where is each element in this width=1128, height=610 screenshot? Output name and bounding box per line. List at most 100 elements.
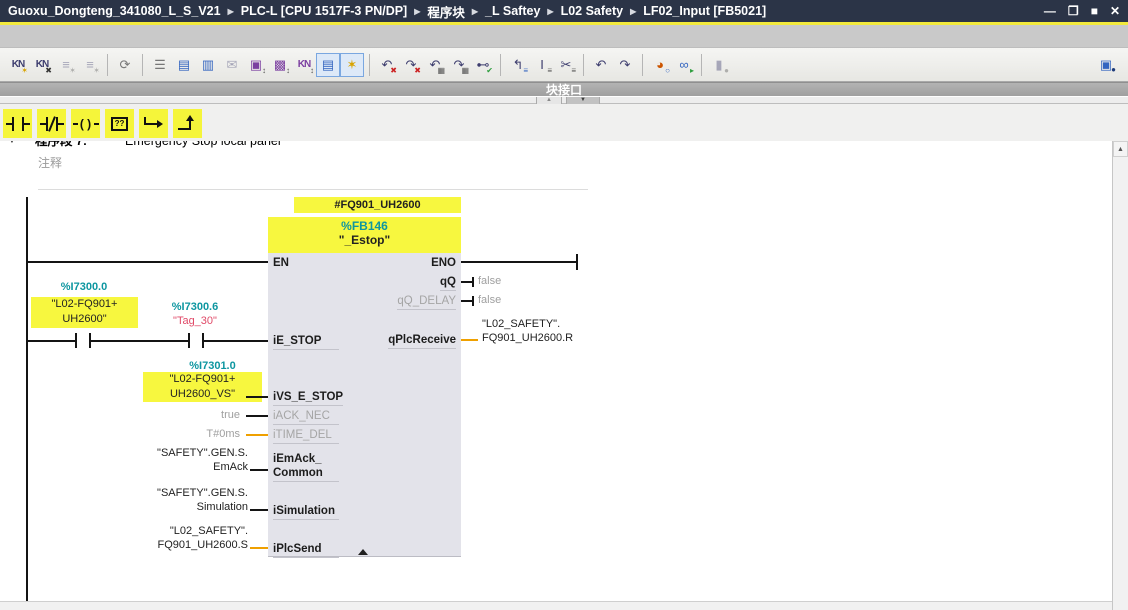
- toolbar-separator: [369, 54, 370, 76]
- nc-contact-icon: [40, 117, 64, 131]
- protection-button[interactable]: ▮●: [707, 53, 731, 77]
- pin-eno[interactable]: ENO: [431, 257, 456, 271]
- monitor-glasses-button[interactable]: ∞▸: [672, 53, 696, 77]
- ack-nec-value[interactable]: true: [140, 409, 240, 421]
- block-collapse-triangle-icon[interactable]: [358, 549, 368, 555]
- next-error-button[interactable]: ↷✖: [399, 53, 423, 77]
- go-forward-button[interactable]: ↷: [613, 53, 637, 77]
- favorite-open-branch-button[interactable]: [139, 109, 168, 138]
- pin-ie-stop[interactable]: iE_STOP: [273, 335, 339, 350]
- scroll-up-button[interactable]: ▲: [1113, 141, 1128, 157]
- breadcrumb-l02-safety[interactable]: L02 Safety: [561, 4, 624, 18]
- delete-network-button[interactable]: KN✖: [30, 53, 54, 77]
- horizontal-scroll-strip[interactable]: [0, 601, 1112, 610]
- qq-delay-value[interactable]: false: [478, 294, 501, 306]
- interface-collapse-button[interactable]: ▼: [566, 97, 600, 104]
- pin-iemack-line2[interactable]: Common: [273, 467, 339, 482]
- restore-icon[interactable]: ❐: [1068, 0, 1079, 22]
- qq-value[interactable]: false: [478, 275, 501, 287]
- open-all-networks-button[interactable]: ▥: [196, 53, 220, 77]
- update-block-calls-button[interactable]: ⟳: [113, 53, 137, 77]
- collapse-networks-button[interactable]: ☰: [148, 53, 172, 77]
- contact2-tag[interactable]: "Tag_30": [145, 315, 245, 327]
- dropdown-arrows-icon[interactable]: ↕: [286, 67, 290, 75]
- vs-input-tag[interactable]: "L02-FQ901+UH2600_VS": [143, 372, 262, 402]
- pin-iemack-line1[interactable]: iEmAck_: [273, 453, 339, 467]
- block-instance-label[interactable]: #FQ901_UH2600: [294, 197, 461, 213]
- breadcrumb-project[interactable]: Guoxu_Dongteng_341080_L_S_V21: [8, 4, 221, 18]
- contact2-left-bar[interactable]: [188, 333, 190, 348]
- insert-row-button[interactable]: ≡✶: [54, 53, 78, 77]
- insert-box-button[interactable]: ▣↕: [244, 53, 268, 77]
- breadcrumb-plc[interactable]: PLC-L [CPU 1517F-3 PN/DP]: [241, 4, 407, 18]
- pin-iplcsend[interactable]: iPlcSend: [273, 543, 339, 558]
- load-snapshot-button[interactable]: ↶▦: [423, 53, 447, 77]
- network-comment-placeholder[interactable]: 注释: [38, 154, 62, 171]
- pin-qplcreceive[interactable]: qPlcReceive: [388, 334, 456, 349]
- pin-iack-nec[interactable]: iACK_NEC: [273, 410, 339, 425]
- qq-tick-bar: [472, 277, 474, 287]
- symbol-info-button[interactable]: I≡: [530, 53, 554, 77]
- plcsend-operand[interactable]: "L02_SAFETY".FQ901_UH2600.S: [100, 524, 248, 552]
- favorites-toggle[interactable]: ✶: [340, 53, 364, 77]
- favorite-coil-button[interactable]: ( ): [71, 109, 100, 138]
- time-del-value[interactable]: T#0ms: [140, 428, 240, 440]
- contact2-address[interactable]: %I7300.6: [145, 301, 245, 313]
- call-structure-button[interactable]: ◕○: [648, 53, 672, 77]
- eno-wire: [461, 261, 578, 263]
- dropdown-arrows-icon[interactable]: ↕: [262, 67, 266, 75]
- pin-ivs-e-stop[interactable]: iVS_E_STOP: [273, 391, 343, 406]
- insert-network-button[interactable]: KN✶: [6, 53, 30, 77]
- emack-operand[interactable]: "SAFETY".GEN.S.EmAck: [100, 446, 248, 474]
- absolute-operand-button[interactable]: ↰≡: [506, 53, 530, 77]
- network-title[interactable]: Emergency Stop local panel: [125, 141, 281, 151]
- insert-call-button[interactable]: ▩↕: [268, 53, 292, 77]
- vs-input-address[interactable]: %I7301.0: [160, 360, 265, 372]
- favorite-empty-box-button[interactable]: ??: [105, 109, 134, 138]
- go-back-button[interactable]: ↶: [589, 53, 613, 77]
- pin-isimulation[interactable]: iSimulation: [273, 505, 339, 520]
- network-header-clipped[interactable]: ▼ 程序段 7: Emergency Stop local panel: [0, 141, 1112, 151]
- interface-expand-button[interactable]: ▲: [536, 97, 562, 104]
- pin-en[interactable]: EN: [273, 257, 339, 271]
- breadcrumb-safety-folder[interactable]: _L Saftey: [485, 4, 540, 18]
- emack-stub-wire: [250, 469, 268, 471]
- plcreceive-operand[interactable]: "L02_SAFETY".FQ901_UH2600.R: [482, 317, 642, 345]
- block-body[interactable]: EN ENO qQ qQ_DELAY qPlcReceive iE_STOP i…: [268, 253, 461, 557]
- pin-qq-delay[interactable]: qQ_DELAY: [397, 295, 456, 310]
- pin-itime-del[interactable]: iTIME_DEL: [273, 429, 339, 444]
- previous-error-button[interactable]: ↶✖: [375, 53, 399, 77]
- hide-symbol-info-button[interactable]: ✂≡: [554, 53, 578, 77]
- breadcrumb-program-blocks[interactable]: 程序块: [427, 2, 465, 21]
- breadcrumb-block-title[interactable]: LF02_Input [FB5021]: [643, 4, 766, 18]
- simulation-operand[interactable]: "SAFETY".GEN.S.Simulation: [100, 486, 248, 514]
- contact1-address[interactable]: %I7300.0: [30, 281, 138, 293]
- delete-row-button[interactable]: ≡✶: [78, 53, 102, 77]
- pin-qq[interactable]: qQ: [440, 276, 456, 291]
- vertical-scrollbar[interactable]: ▲: [1112, 141, 1128, 610]
- contact1-left-bar[interactable]: [75, 333, 77, 348]
- insert-operand-button[interactable]: KN↕: [292, 53, 316, 77]
- coil-icon: ( ): [73, 117, 99, 131]
- block-header[interactable]: %FB146 "_Estop": [268, 217, 461, 253]
- toolbar-separator: [500, 54, 501, 76]
- minimize-icon[interactable]: —: [1044, 0, 1056, 22]
- favorite-nc-contact-button[interactable]: [37, 109, 66, 138]
- open-branch-icon: [144, 117, 164, 131]
- comment-button[interactable]: ✉: [220, 53, 244, 77]
- favorite-close-branch-button[interactable]: [173, 109, 202, 138]
- collapse-triangle-icon[interactable]: ▼: [8, 141, 16, 151]
- network-canvas[interactable]: ▼ 程序段 7: Emergency Stop local panel 注释 %…: [0, 141, 1112, 601]
- favorite-no-contact-button[interactable]: [3, 109, 32, 138]
- block-interface-bar[interactable]: 块接口: [0, 82, 1128, 96]
- consistency-check-button[interactable]: ⊷✔: [471, 53, 495, 77]
- network-display-toggle[interactable]: ▤: [316, 53, 340, 77]
- editor-window-button[interactable]: ▣●: [1094, 52, 1118, 76]
- contact1-tag[interactable]: "L02-FQ901+UH2600": [31, 297, 138, 328]
- maximize-icon[interactable]: ■: [1091, 0, 1098, 22]
- save-snapshot-button[interactable]: ↷▦: [447, 53, 471, 77]
- close-icon[interactable]: ✕: [1110, 0, 1120, 22]
- breadcrumb-separator-icon: ▶: [547, 7, 553, 16]
- dropdown-arrows-icon[interactable]: ↕: [310, 67, 314, 75]
- close-all-networks-button[interactable]: ▤: [172, 53, 196, 77]
